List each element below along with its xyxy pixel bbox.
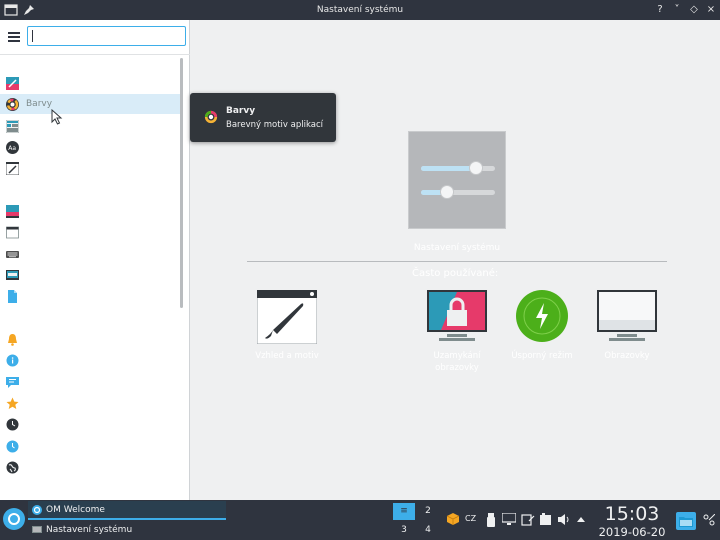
favorite-label: obrazovky xyxy=(435,363,479,373)
help-button[interactable]: ? xyxy=(652,2,668,18)
sidebar-item-display[interactable] xyxy=(0,265,180,285)
folder-icon xyxy=(679,517,693,527)
task-label: Nastavení systému xyxy=(46,525,133,535)
close-button[interactable]: × xyxy=(703,2,719,18)
appearance-icon xyxy=(6,77,19,90)
sidebar-item-window[interactable] xyxy=(0,222,180,242)
clock-icon xyxy=(6,418,19,431)
display-settings-icon[interactable] xyxy=(597,290,657,342)
sidebar-item-info[interactable] xyxy=(0,350,180,370)
document-icon xyxy=(8,290,17,303)
task-label: OM Welcome xyxy=(46,505,105,515)
volume-icon[interactable] xyxy=(557,513,571,526)
minimize-button[interactable]: ˅ xyxy=(669,2,685,18)
desktop-3[interactable]: 3 xyxy=(393,522,415,539)
svg-text:Aa: Aa xyxy=(8,145,16,152)
sidebar-scrollbar[interactable] xyxy=(180,58,183,308)
task-system-settings[interactable]: Nastavení systému xyxy=(28,521,226,540)
favorite-label: Obrazovky xyxy=(604,351,650,361)
sidebar-item-messages[interactable] xyxy=(0,372,180,392)
sidebar-item-workspace-theme[interactable] xyxy=(0,116,180,136)
digital-clock[interactable]: 15:03 2019-06-20 xyxy=(592,503,672,539)
task-om-welcome[interactable]: OM Welcome xyxy=(28,501,226,520)
slider-knob xyxy=(440,185,454,199)
settings-app-icon xyxy=(32,526,42,533)
sidebar-item-edit[interactable] xyxy=(0,158,180,178)
virtual-desktop-pager[interactable]: ≡ 2 3 4 xyxy=(393,503,439,539)
keyboard-icon xyxy=(6,251,19,258)
colors-icon xyxy=(204,110,218,124)
colors-tooltip: Barvy Barevný motiv aplikací xyxy=(190,93,336,142)
divider xyxy=(0,54,190,55)
screen-lock-icon[interactable] xyxy=(427,290,487,342)
sidebar-item-clock[interactable] xyxy=(0,414,180,434)
mouse-cursor-icon xyxy=(51,109,63,125)
usb-device-icon[interactable] xyxy=(486,513,496,527)
sidebar-item-notifications[interactable] xyxy=(0,329,180,349)
hero-label: Nastavení systému xyxy=(413,243,501,253)
notification-icon xyxy=(8,334,17,346)
tooltip-title: Barvy xyxy=(226,106,256,116)
desktop-behavior-icon xyxy=(6,205,19,218)
window-title: Nastavení systému xyxy=(316,5,404,15)
look-and-feel-icon[interactable] xyxy=(257,290,317,344)
clipboard-icon[interactable] xyxy=(521,513,535,526)
om-welcome-icon xyxy=(32,505,42,515)
workspace-theme-icon xyxy=(6,120,19,133)
maximize-button[interactable]: ◇ xyxy=(686,2,702,18)
frequently-used-heading: Často používané: xyxy=(412,268,499,279)
window-titlebar[interactable]: Nastavení systému ? ˅ ◇ × xyxy=(0,0,720,20)
sidebar-item-fonts[interactable]: Aa xyxy=(0,137,180,157)
network-icon[interactable] xyxy=(502,513,516,526)
info-icon xyxy=(6,354,19,367)
search-input[interactable] xyxy=(27,26,186,46)
keyboard-layout-indicator[interactable]: CZ xyxy=(465,514,476,523)
system-settings-hero-icon xyxy=(408,131,506,229)
desktop-4[interactable]: 4 xyxy=(417,522,439,539)
favorite-label: Uzamykání xyxy=(433,351,481,361)
slider-knob xyxy=(469,161,483,175)
show-desktop-button[interactable] xyxy=(676,512,696,530)
sidebar-item-time[interactable] xyxy=(0,436,180,456)
show-hidden-icons-arrow-icon[interactable] xyxy=(576,515,586,523)
message-icon xyxy=(6,377,19,388)
sidebar-item-colors[interactable]: Barvy xyxy=(0,94,180,114)
desktop-2[interactable]: 2 xyxy=(417,503,439,520)
fonts-icon: Aa xyxy=(6,141,19,154)
text-cursor xyxy=(32,30,33,42)
power-saving-icon[interactable] xyxy=(516,290,568,342)
colors-icon xyxy=(6,98,19,111)
display-icon xyxy=(6,270,19,280)
favorite-label: Úsporný režim xyxy=(511,351,573,361)
sidebar-item-favorites[interactable] xyxy=(0,393,180,413)
panel-options-icon[interactable] xyxy=(703,514,715,526)
edit-icon xyxy=(6,162,19,175)
clock-time: 15:03 xyxy=(604,503,660,525)
clock-date: 2019-06-20 xyxy=(598,525,666,539)
sidebar-item-label: Barvy xyxy=(26,99,53,109)
application-launcher-button[interactable] xyxy=(3,508,25,530)
desktop-1[interactable]: ≡ xyxy=(393,503,415,520)
sidebar-item-document[interactable] xyxy=(0,286,180,306)
hamburger-menu-icon[interactable] xyxy=(8,32,20,42)
sidebar: Barvy Aa xyxy=(0,20,190,500)
battery-icon[interactable] xyxy=(539,513,553,526)
divider xyxy=(247,261,667,262)
star-icon xyxy=(6,397,19,409)
software-updates-icon[interactable] xyxy=(446,512,460,526)
sidebar-item-keyboard[interactable] xyxy=(0,244,180,264)
sidebar-item-desktop-behavior[interactable] xyxy=(0,201,180,221)
tooltip-subtitle: Barevný motiv aplikací xyxy=(226,120,323,130)
favorite-label: Vzhled a motiv xyxy=(255,351,319,361)
sidebar-item-region[interactable] xyxy=(0,457,180,477)
globe-icon xyxy=(6,461,19,474)
window-icon xyxy=(6,226,19,239)
time-icon xyxy=(6,440,19,453)
sidebar-item-appearance[interactable] xyxy=(0,73,180,93)
